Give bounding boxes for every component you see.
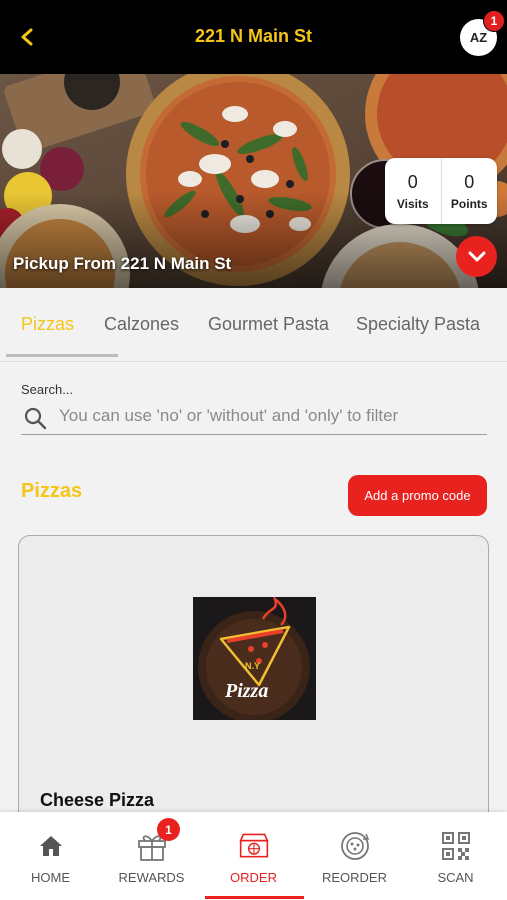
pizza-box-icon [238, 830, 270, 862]
points-count: 0 [464, 171, 475, 192]
home-icon [35, 830, 67, 862]
visits-stat: 0 Visits [385, 158, 441, 224]
product-name: Cheese Pizza [40, 790, 155, 810]
logo-text-pizza: Pizza [224, 680, 268, 702]
tab-specialty-pasta[interactable]: Specialty Pasta [356, 314, 480, 335]
search-field[interactable] [21, 398, 487, 435]
nav-rewards-label: REWARDS [118, 870, 185, 885]
product-card[interactable]: N.Y Pizza Cheese Pizza [18, 535, 489, 855]
add-promo-code-button[interactable]: Add a promo code [348, 475, 487, 516]
visits-label: Visits [396, 196, 429, 211]
category-tabs: Pizzas Calzones Gourmet Pasta Specialty … [0, 288, 507, 362]
qr-code-icon [440, 830, 472, 862]
points-label: Points [450, 196, 488, 211]
tab-pizzas[interactable]: Pizzas [21, 314, 74, 335]
nav-rewards[interactable]: REWARDS [101, 812, 202, 900]
top-bar: 221 N Main St AZ 1 [0, 0, 507, 74]
visits-count: 0 [407, 171, 418, 192]
nav-scan[interactable]: SCAN [405, 812, 506, 900]
nav-order[interactable]: ORDER [203, 812, 304, 900]
rewards-badge: 1 [157, 818, 180, 841]
expand-location-button[interactable] [456, 236, 497, 277]
logo-text-ny: N.Y [245, 661, 260, 671]
section-title: Pizzas [21, 480, 83, 502]
nav-order-label: ORDER [230, 870, 277, 885]
reorder-icon [339, 830, 371, 862]
tab-calzones[interactable]: Calzones [104, 314, 179, 335]
nav-active-indicator [205, 896, 304, 899]
chevron-down-icon [468, 251, 485, 261]
search-input[interactable] [59, 402, 479, 430]
search-label: Search... [21, 382, 74, 397]
search-icon [24, 407, 47, 430]
tab-gourmet-pasta[interactable]: Gourmet Pasta [208, 314, 329, 335]
ny-pizza-logo: N.Y Pizza [193, 597, 316, 720]
nav-home[interactable]: HOME [0, 812, 101, 900]
nav-home-label: HOME [31, 870, 70, 885]
active-tab-indicator [6, 354, 118, 357]
bottom-navigation: HOME REWARDS ORDER REORDER SCAN [0, 812, 507, 900]
nav-scan-label: SCAN [437, 870, 474, 885]
location-title[interactable]: 221 N Main St [0, 26, 507, 47]
nav-reorder-label: REORDER [321, 870, 387, 885]
rewards-stats[interactable]: 0 Visits 0 Points [385, 158, 497, 224]
points-stat: 0 Points [440, 158, 498, 224]
app-screen: 221 N Main St AZ 1 0 Visits 0 Points Pic… [0, 0, 507, 900]
notification-badge: 1 [483, 10, 505, 32]
product-image: N.Y Pizza [193, 597, 316, 720]
pickup-location-text: Pickup From 221 N Main St [13, 254, 232, 273]
nav-reorder[interactable]: REORDER [304, 812, 405, 900]
